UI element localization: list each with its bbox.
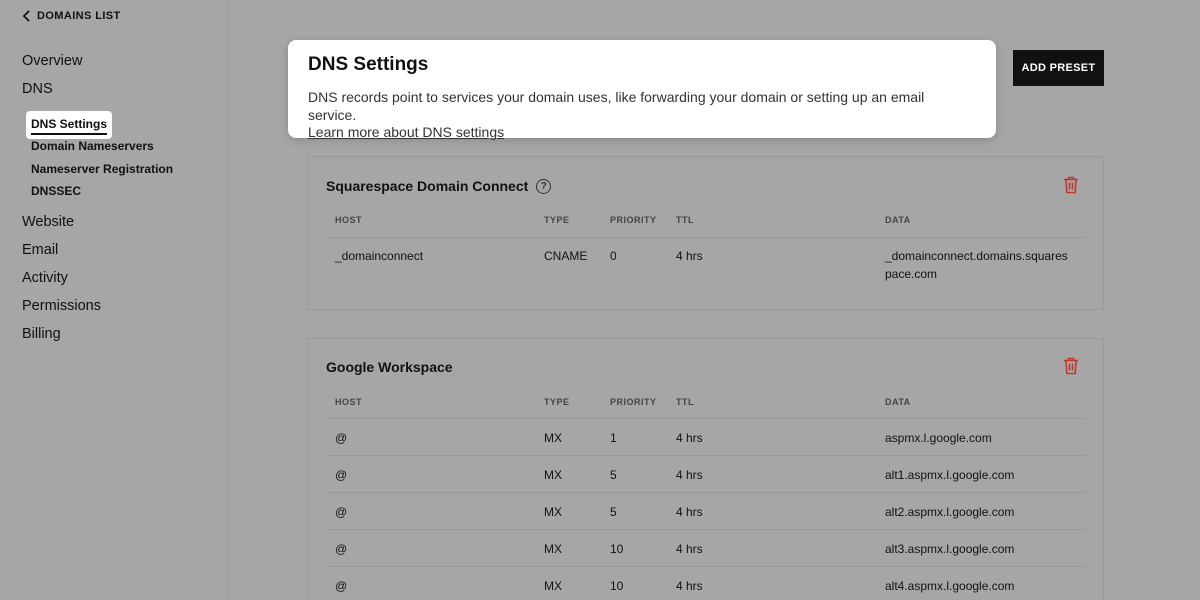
cell-priority: 10 xyxy=(610,542,624,556)
column-header-priority: PRIORITY xyxy=(610,397,657,407)
dns-settings-popover: DNS Settings DNS records point to servic… xyxy=(288,40,996,140)
cell-host: @ xyxy=(335,505,348,519)
row-divider xyxy=(326,529,1085,530)
back-label: DOMAINS LIST xyxy=(37,10,121,22)
column-header-priority: PRIORITY xyxy=(610,215,657,225)
cell-priority: 0 xyxy=(610,249,617,263)
cell-host: _domainconnect xyxy=(335,249,424,263)
panel-title: Squarespace Domain Connect xyxy=(326,178,529,194)
sidebar-item-permissions[interactable]: Permissions xyxy=(22,298,101,314)
learn-more-link[interactable]: Learn more about DNS settings xyxy=(308,124,976,140)
column-header-data: DATA xyxy=(885,397,911,407)
cell-type: MX xyxy=(544,468,562,482)
cell-host: @ xyxy=(335,468,348,482)
cell-data: alt1.aspmx.l.google.com xyxy=(885,468,1015,482)
cell-ttl: 4 hrs xyxy=(676,505,703,519)
dns-preset-panel-google-workspace: Google Workspace HOST TYPE PRIORITY TTL … xyxy=(307,338,1104,600)
column-header-host: HOST xyxy=(335,397,363,407)
sidebar-item-activity[interactable]: Activity xyxy=(22,270,68,286)
cell-host: @ xyxy=(335,579,348,593)
trash-icon[interactable] xyxy=(1063,357,1079,375)
sidebar-item-overview[interactable]: Overview xyxy=(22,53,82,69)
cell-host: @ xyxy=(335,431,348,445)
cell-priority: 10 xyxy=(610,579,624,593)
sidebar: DOMAINS LIST Overview DNS DNS Settings D… xyxy=(0,0,228,600)
cell-host: @ xyxy=(335,542,348,556)
sidebar-item-billing[interactable]: Billing xyxy=(22,326,61,342)
row-divider xyxy=(326,455,1085,456)
cell-data: alt4.aspmx.l.google.com xyxy=(885,579,1015,593)
cell-priority: 5 xyxy=(610,468,617,482)
sidebar-subitem-label: DNS Settings xyxy=(31,117,108,135)
cell-data-line1: _domainconnect.domains.squares xyxy=(885,249,1068,263)
panel-title-row: Squarespace Domain Connect ? xyxy=(326,178,552,194)
cell-data: aspmx.l.google.com xyxy=(885,431,992,445)
cell-type: CNAME xyxy=(544,249,588,263)
row-divider xyxy=(326,492,1085,493)
chevron-left-icon xyxy=(22,10,30,22)
column-header-data: DATA xyxy=(885,215,911,225)
popover-description: DNS records point to services your domai… xyxy=(308,89,925,123)
sidebar-subitem-dnssec[interactable]: DNSSEC xyxy=(31,184,81,198)
row-divider xyxy=(326,237,1085,238)
sidebar-subitem-dns-settings[interactable]: DNS Settings xyxy=(26,111,113,139)
dns-preset-panel-domain-connect: Squarespace Domain Connect ? HOST TYPE P… xyxy=(307,156,1104,310)
cell-type: MX xyxy=(544,542,562,556)
cell-type: MX xyxy=(544,431,562,445)
cell-data-line2: pace.com xyxy=(885,267,938,281)
popover-title: DNS Settings xyxy=(308,54,429,75)
column-header-ttl: TTL xyxy=(676,397,694,407)
panel-title: Google Workspace xyxy=(326,359,453,375)
row-divider xyxy=(326,566,1085,567)
sidebar-subitem-domain-nameservers[interactable]: Domain Nameservers xyxy=(31,139,154,153)
panel-title-row: Google Workspace xyxy=(326,359,453,375)
column-header-type: TYPE xyxy=(544,215,570,225)
add-preset-button[interactable]: ADD PRESET xyxy=(1013,50,1104,86)
cell-ttl: 4 hrs xyxy=(676,579,703,593)
back-to-domains-link[interactable]: DOMAINS LIST xyxy=(22,10,121,22)
sidebar-item-website[interactable]: Website xyxy=(22,214,74,230)
cell-data: alt2.aspmx.l.google.com xyxy=(885,505,1015,519)
question-circle-icon[interactable]: ? xyxy=(536,178,552,194)
cell-type: MX xyxy=(544,505,562,519)
sidebar-item-email[interactable]: Email xyxy=(22,242,58,258)
column-header-type: TYPE xyxy=(544,397,570,407)
trash-icon[interactable] xyxy=(1063,176,1079,194)
row-divider xyxy=(326,418,1085,419)
cell-data: alt3.aspmx.l.google.com xyxy=(885,542,1015,556)
cell-priority: 5 xyxy=(610,505,617,519)
sidebar-subitem-nameserver-registration[interactable]: Nameserver Registration xyxy=(31,162,173,176)
sidebar-item-dns[interactable]: DNS xyxy=(22,81,53,97)
column-header-host: HOST xyxy=(335,215,363,225)
cell-ttl: 4 hrs xyxy=(676,542,703,556)
cell-type: MX xyxy=(544,579,562,593)
cell-priority: 1 xyxy=(610,431,617,445)
cell-ttl: 4 hrs xyxy=(676,431,703,445)
column-header-ttl: TTL xyxy=(676,215,694,225)
cell-ttl: 4 hrs xyxy=(676,468,703,482)
cell-ttl: 4 hrs xyxy=(676,249,703,263)
